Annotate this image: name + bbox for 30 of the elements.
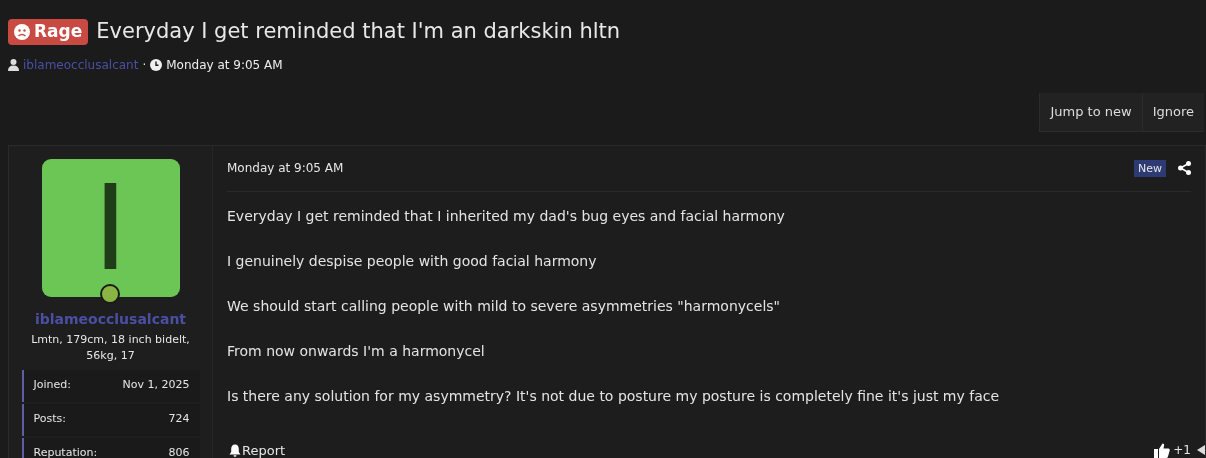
post-date: Monday at 9:05 AM <box>227 160 344 177</box>
reaction-count: +1 <box>1173 442 1191 458</box>
stat-label: Joined: <box>33 377 71 394</box>
prefix-label: Rage <box>8 18 89 45</box>
person-icon <box>8 58 19 71</box>
user-avatar[interactable]: I <box>41 158 180 297</box>
thread-action-button[interactable]: Jump to new <box>1039 92 1142 131</box>
stat-label: Posts: <box>33 411 66 428</box>
report-link[interactable]: Report <box>229 440 286 458</box>
post-paragraph: Everyday I get reminded that I inherited my dad's bug eyes and facial harmony <box>227 206 786 226</box>
frown-face-icon <box>14 23 30 40</box>
stat-value: Nov 1, 2025 <box>122 377 190 394</box>
meta-separator: · <box>142 56 147 74</box>
thread-title: Everyday I get reminded that I'm an darkskin hltn <box>96 18 621 45</box>
stat-label: Reputation: <box>33 445 98 458</box>
thread-action-button[interactable]: Ignore <box>1141 92 1204 131</box>
thread-date: Monday at 9:05 AM <box>166 56 283 74</box>
thumbs-up-icon <box>1154 442 1171 458</box>
left-arrow-icon <box>1197 445 1205 456</box>
share-icon[interactable] <box>1178 161 1191 175</box>
user-title: Lmtn, 179cm, 18 inch bidelt, 56kg, 17 <box>30 331 191 364</box>
post-paragraph: Is there any solution for my asymmetry? It's not due to posture my posture is completely fine it's just my face <box>227 386 1001 406</box>
bell-icon <box>229 443 241 457</box>
stat-value: 724 <box>168 411 190 428</box>
post-paragraph: We should start calling people with mild to severe asymmetries "harmonycels" <box>227 296 781 316</box>
post-paragraph: I genuinely despise people with good facial harmony <box>227 251 598 271</box>
clock-icon <box>150 58 163 71</box>
stat-value: 806 <box>168 445 190 458</box>
new-badge: New <box>1134 159 1166 177</box>
post-paragraph: From now onwards I'm a harmonycel <box>227 341 486 361</box>
